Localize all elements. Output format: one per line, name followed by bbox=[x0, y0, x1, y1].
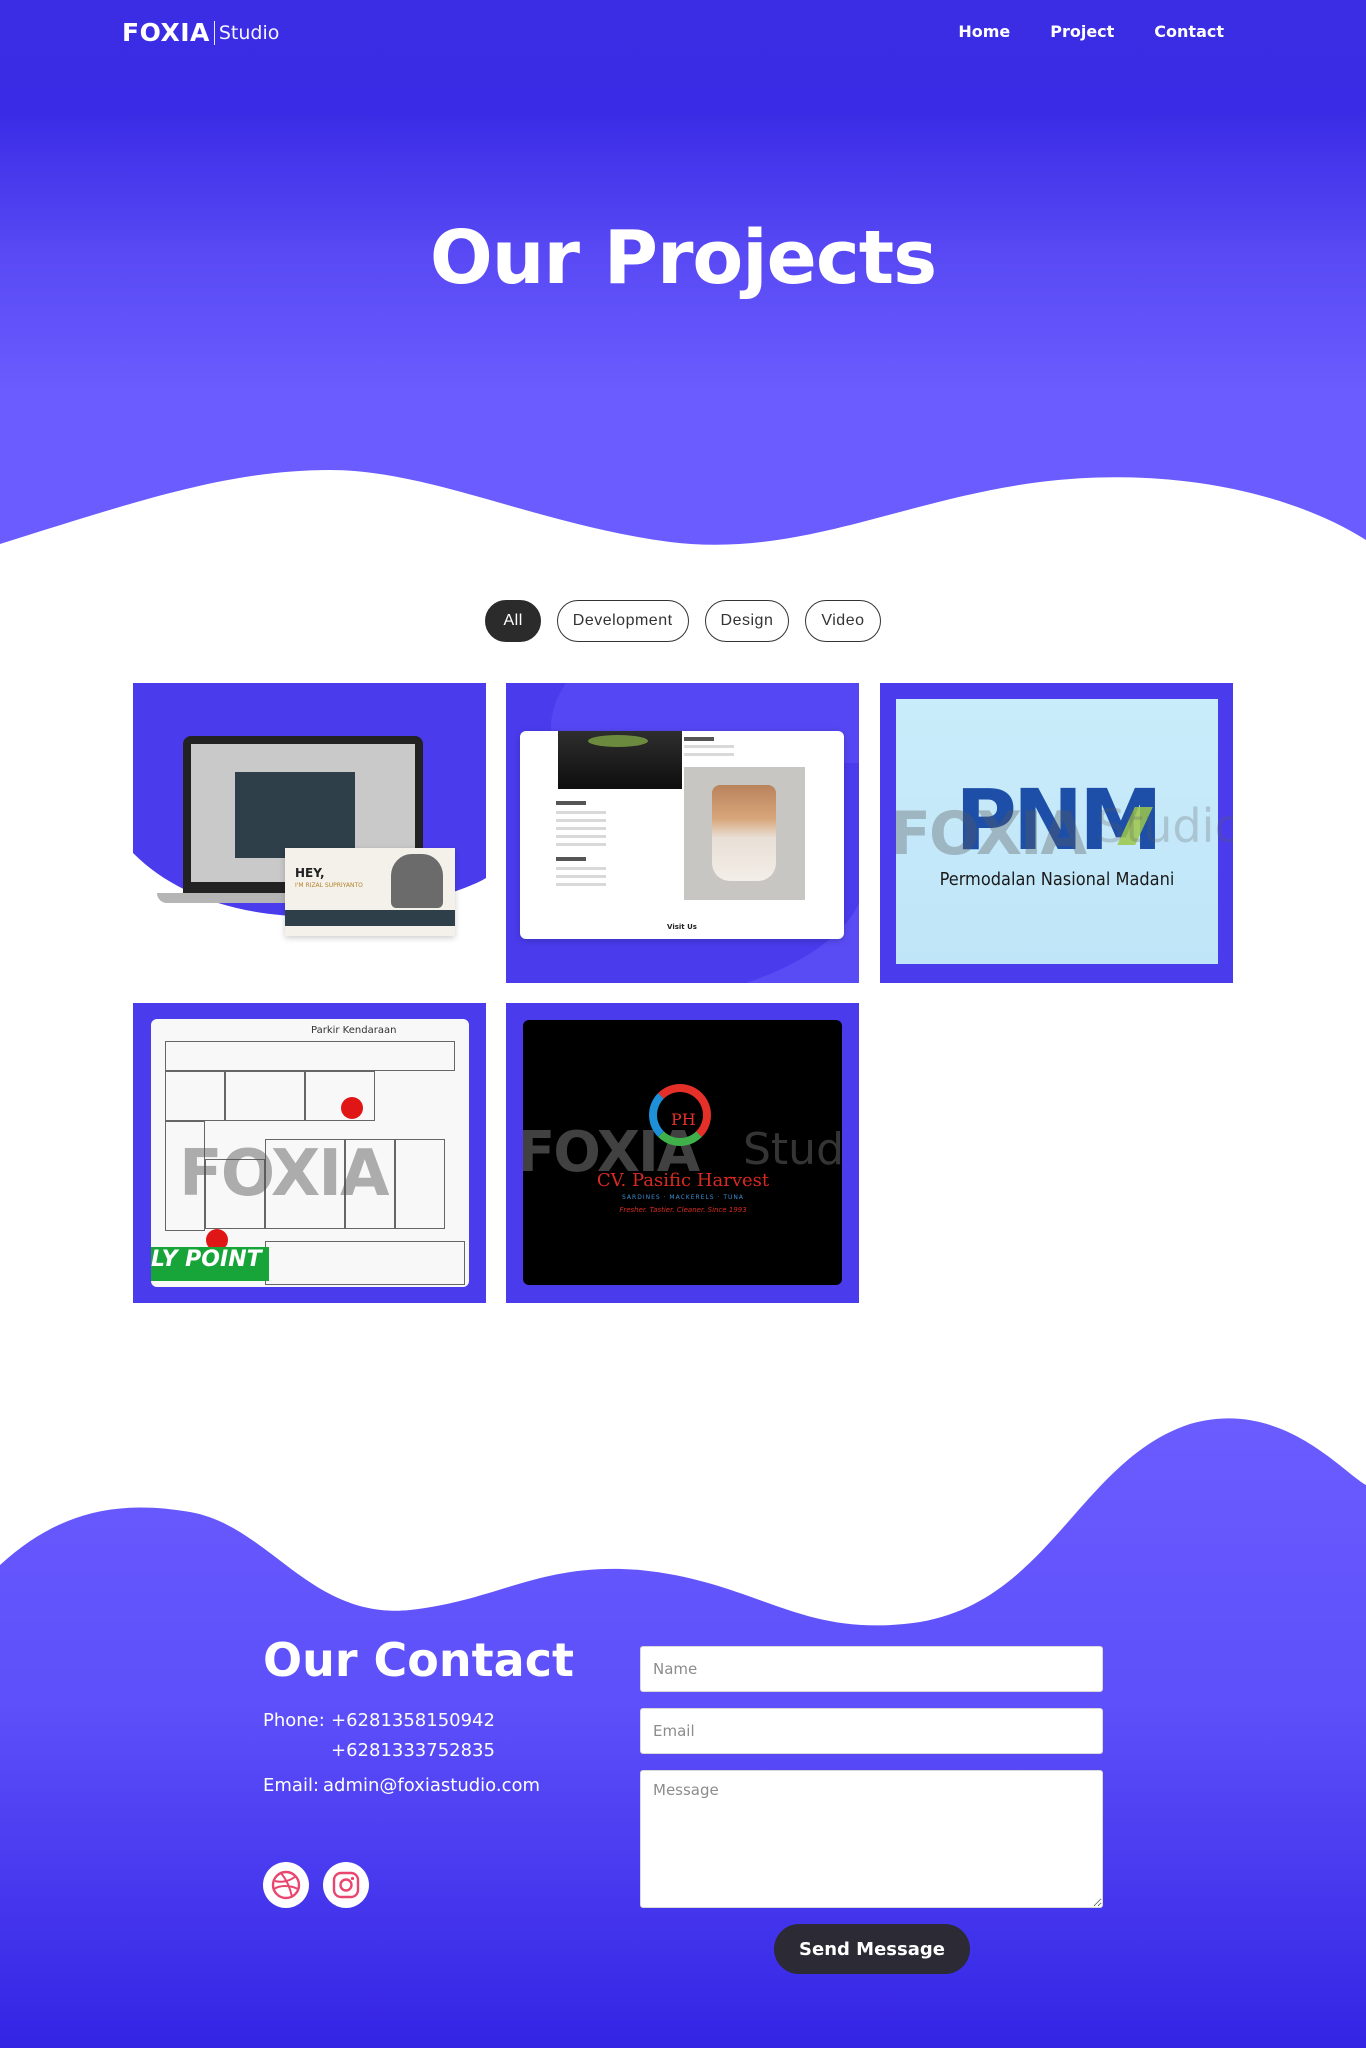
map-block bbox=[305, 1071, 375, 1121]
pasific-harvest-mark: PH bbox=[671, 1110, 696, 1129]
nav-project-link[interactable]: Project bbox=[1050, 22, 1114, 41]
phone-number-1[interactable]: +6281358150942 bbox=[331, 1710, 495, 1731]
preview-greeting: HEY, bbox=[295, 866, 325, 880]
pasific-harvest-panel: FOXIA Stud PH CV. Pasific Harvest SARDIN… bbox=[523, 1020, 842, 1285]
instagram-icon bbox=[332, 1871, 360, 1899]
menu-sheet: Visit Us bbox=[520, 731, 844, 939]
email-address[interactable]: admin@foxiastudio.com bbox=[323, 1775, 540, 1796]
project-card-evacuation-map[interactable]: Parkir Kendaraan LY POINT FOXIA bbox=[133, 1003, 486, 1303]
contact-title: Our Contact bbox=[263, 1633, 574, 1687]
menu-heading bbox=[684, 737, 714, 741]
map-marker bbox=[341, 1097, 363, 1119]
filter-development-button[interactable]: Development bbox=[556, 600, 689, 642]
assembly-point-label: LY POINT bbox=[151, 1247, 262, 1272]
drink-photo bbox=[684, 767, 805, 900]
hero-wave bbox=[0, 470, 1366, 570]
pnm-logo-panel: PNM FOXIA Studio Permodalan Nasional Mad… bbox=[890, 699, 1233, 964]
menu-line bbox=[556, 883, 606, 886]
pasific-harvest-name: CV. Pasific Harvest bbox=[596, 1170, 770, 1191]
map-plan: Parkir Kendaraan LY POINT FOXIA bbox=[151, 1019, 469, 1287]
map-block bbox=[225, 1071, 305, 1121]
phone-number-2[interactable]: +6281333752835 bbox=[331, 1740, 495, 1761]
message-textarea[interactable] bbox=[640, 1770, 1103, 1908]
instagram-button[interactable] bbox=[323, 1862, 369, 1908]
project-card-cafe-menu[interactable]: Visit Us bbox=[506, 683, 859, 983]
menu-line bbox=[556, 811, 606, 814]
menu-heading bbox=[556, 801, 586, 805]
foxia-watermark-suffix: Studio bbox=[1096, 799, 1233, 853]
menu-line bbox=[556, 819, 606, 822]
brand-suffix: Studio bbox=[218, 21, 280, 44]
filter-all-button[interactable]: All bbox=[485, 600, 541, 642]
menu-line bbox=[556, 843, 606, 846]
map-heading: Parkir Kendaraan bbox=[311, 1025, 397, 1036]
nav-contact-link[interactable]: Contact bbox=[1154, 22, 1224, 41]
map-block bbox=[395, 1139, 445, 1229]
menu-footer-label: Visit Us bbox=[667, 923, 697, 931]
project-card-portfolio[interactable]: HEY, I'M RIZAL SUPRIYANTO bbox=[133, 683, 486, 983]
menu-heading bbox=[556, 857, 586, 861]
top-navbar: FOXIA Studio Home Project Contact bbox=[0, 0, 1366, 72]
project-filters: All Development Design Video bbox=[0, 600, 1366, 642]
preview-footer-bar bbox=[285, 910, 455, 926]
menu-line bbox=[684, 753, 734, 756]
pasific-harvest-products: SARDINES · MACKERELS · TUNA bbox=[622, 1194, 744, 1201]
map-block bbox=[165, 1041, 455, 1071]
website-preview-card: HEY, I'M RIZAL SUPRIYANTO bbox=[285, 848, 455, 936]
preview-subtitle: I'M RIZAL SUPRIYANTO bbox=[295, 882, 363, 889]
dribbble-icon bbox=[271, 1870, 301, 1900]
brand-separator bbox=[213, 20, 215, 45]
project-card-pnm[interactable]: PNM FOXIA Studio Permodalan Nasional Mad… bbox=[880, 683, 1233, 983]
map-block bbox=[165, 1071, 225, 1121]
menu-line bbox=[556, 875, 606, 878]
menu-line bbox=[556, 867, 606, 870]
filter-design-button[interactable]: Design bbox=[704, 600, 790, 642]
project-card-pasific-harvest[interactable]: FOXIA Stud PH CV. Pasific Harvest SARDIN… bbox=[506, 1003, 859, 1303]
nav-links: Home Project Contact bbox=[958, 22, 1224, 41]
portrait-image bbox=[391, 854, 443, 908]
foxia-watermark-suffix: Stud bbox=[743, 1124, 842, 1175]
dribbble-button[interactable] bbox=[263, 1862, 309, 1908]
name-input[interactable] bbox=[640, 1646, 1103, 1692]
food-photo bbox=[558, 731, 682, 789]
brand-name: FOXIA bbox=[122, 18, 210, 47]
contact-panel-preview bbox=[235, 772, 355, 858]
filter-video-button[interactable]: Video bbox=[805, 600, 881, 642]
menu-line bbox=[684, 745, 734, 748]
menu-line bbox=[556, 827, 606, 830]
coffee-cup bbox=[712, 785, 776, 881]
map-legend-box bbox=[265, 1241, 465, 1285]
send-message-button[interactable]: Send Message bbox=[774, 1924, 970, 1974]
page-title: Our Projects bbox=[429, 215, 937, 301]
brand-logo[interactable]: FOXIA Studio bbox=[122, 18, 279, 47]
phone-label: Phone: bbox=[263, 1710, 325, 1731]
pnm-company-name: Permodalan Nasional Madani bbox=[939, 869, 1175, 890]
foxia-watermark: FOXIA bbox=[890, 799, 1087, 869]
pasific-harvest-slogan: Fresher. Tastier. Cleaner. Since 1993 bbox=[619, 1206, 747, 1214]
email-input[interactable] bbox=[640, 1708, 1103, 1754]
foxia-watermark: FOXIA bbox=[179, 1137, 390, 1211]
menu-line bbox=[556, 835, 606, 838]
nav-home-link[interactable]: Home bbox=[958, 22, 1010, 41]
email-label: Email: bbox=[263, 1775, 320, 1796]
